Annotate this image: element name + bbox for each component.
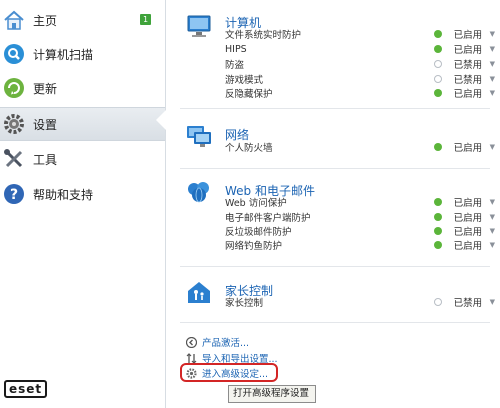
status-dot (433, 227, 442, 235)
status-dot (433, 213, 442, 221)
setting-label: 防盗 (225, 60, 245, 71)
tools-icon (3, 148, 25, 170)
status-dropdown[interactable]: 已启用 (454, 238, 488, 252)
sidebar-item-label: 计算机扫描 (33, 47, 94, 62)
highlight-box (180, 363, 278, 382)
chevron-down-icon[interactable]: ▼ (490, 45, 495, 53)
status-dropdown[interactable]: 已启用 (454, 195, 488, 209)
setting-row: 个人防火墙 已启用 ▼ (225, 140, 495, 154)
status-dot (433, 30, 442, 38)
divider (180, 322, 490, 323)
status-dropdown[interactable]: 已启用 (454, 42, 488, 56)
notification-badge: 1 (140, 14, 151, 25)
active-indicator (156, 110, 166, 130)
svg-text:?: ? (10, 187, 18, 203)
divider (180, 168, 490, 169)
sidebar-item-tools[interactable]: 工具 (0, 142, 165, 176)
setting-row: 电子邮件客户端防护 已启用 ▼ (225, 210, 495, 224)
sidebar: 主页 1 计算机扫描 更新 设置 工具 ? 帮助和支持 eset (0, 0, 166, 408)
chevron-down-icon[interactable]: ▼ (490, 213, 495, 221)
activate-product-link[interactable]: 产品激活... (186, 335, 249, 349)
sidebar-item-home[interactable]: 主页 1 (0, 3, 165, 37)
monitor-icon (186, 14, 212, 38)
setting-label: 反隐藏保护 (225, 89, 273, 100)
import-export-icon (186, 352, 197, 364)
help-icon: ? (3, 183, 25, 205)
divider (180, 266, 490, 267)
home-icon (3, 9, 25, 31)
setting-row: 文件系统实时防护 已启用 ▼ (225, 27, 495, 41)
setting-label: 家长控制 (225, 298, 264, 309)
network-icon (186, 124, 212, 148)
activate-icon (186, 336, 197, 348)
setting-row: 游戏模式 已禁用 ▼ (225, 72, 495, 86)
sidebar-item-label: 工具 (33, 152, 58, 167)
status-dropdown[interactable]: 已启用 (454, 224, 488, 238)
status-dot (433, 45, 442, 53)
chevron-down-icon[interactable]: ▼ (490, 60, 495, 68)
status-dropdown[interactable]: 已启用 (454, 140, 488, 154)
divider (180, 108, 490, 109)
chevron-down-icon[interactable]: ▼ (490, 89, 495, 97)
sidebar-item-computer-scan[interactable]: 计算机扫描 (0, 37, 165, 71)
sidebar-item-help[interactable]: ? 帮助和支持 (0, 177, 165, 211)
setting-row: 家长控制 已禁用 ▼ (225, 295, 495, 309)
setting-label: Web 访问保护 (225, 198, 287, 209)
refresh-icon (3, 77, 25, 99)
status-dropdown[interactable]: 已启用 (454, 86, 488, 100)
sidebar-item-label: 帮助和支持 (33, 187, 94, 202)
setting-row: HIPS 已启用 ▼ (225, 42, 495, 57)
status-dropdown[interactable]: 已启用 (454, 27, 488, 41)
sidebar-item-settings[interactable]: 设置 (0, 107, 165, 141)
setting-row: 反隐藏保护 已启用 ▼ (225, 86, 495, 100)
tooltip: 打开高级程序设置 (228, 385, 316, 403)
status-dropdown[interactable]: 已启用 (454, 210, 488, 224)
sidebar-item-label: 设置 (33, 117, 58, 132)
setting-label: HIPS (225, 43, 247, 55)
setting-row: 反垃圾邮件防护 已启用 ▼ (225, 224, 495, 238)
parental-control-icon (186, 280, 212, 304)
status-dropdown[interactable]: 已禁用 (454, 72, 488, 86)
setting-row: 防盗 已禁用 ▼ (225, 57, 495, 71)
chevron-down-icon[interactable]: ▼ (490, 30, 495, 38)
status-dot (433, 60, 442, 68)
link-label: 产品激活... (202, 338, 250, 349)
setting-row: 网络钓鱼防护 已启用 ▼ (225, 238, 495, 252)
setting-label: 反垃圾邮件防护 (225, 227, 292, 238)
status-dot (433, 75, 442, 83)
setting-label: 电子邮件客户端防护 (225, 213, 311, 224)
search-icon (3, 43, 25, 65)
status-dot (433, 241, 442, 249)
chevron-down-icon[interactable]: ▼ (490, 241, 495, 249)
globe-icon (186, 180, 212, 204)
setting-label: 文件系统实时防护 (225, 30, 302, 41)
setting-label: 个人防火墙 (225, 143, 273, 154)
sidebar-item-label: 更新 (33, 81, 58, 96)
setting-row: Web 访问保护 已启用 ▼ (225, 195, 495, 209)
gear-icon (3, 113, 25, 135)
status-dropdown[interactable]: 已禁用 (454, 295, 488, 309)
chevron-down-icon[interactable]: ▼ (490, 143, 495, 151)
sidebar-item-update[interactable]: 更新 (0, 71, 165, 105)
chevron-down-icon[interactable]: ▼ (490, 198, 495, 206)
status-dot (433, 89, 442, 97)
chevron-down-icon[interactable]: ▼ (490, 75, 495, 83)
status-dot (433, 143, 442, 151)
setting-label: 网络钓鱼防护 (225, 241, 283, 252)
chevron-down-icon[interactable]: ▼ (490, 227, 495, 235)
sidebar-item-label: 主页 (33, 13, 58, 28)
eset-logo: eset (4, 380, 48, 398)
status-dot (433, 298, 442, 306)
status-dropdown[interactable]: 已禁用 (454, 57, 488, 71)
status-dot (433, 198, 442, 206)
chevron-down-icon[interactable]: ▼ (490, 298, 495, 306)
setting-label: 游戏模式 (225, 75, 264, 86)
